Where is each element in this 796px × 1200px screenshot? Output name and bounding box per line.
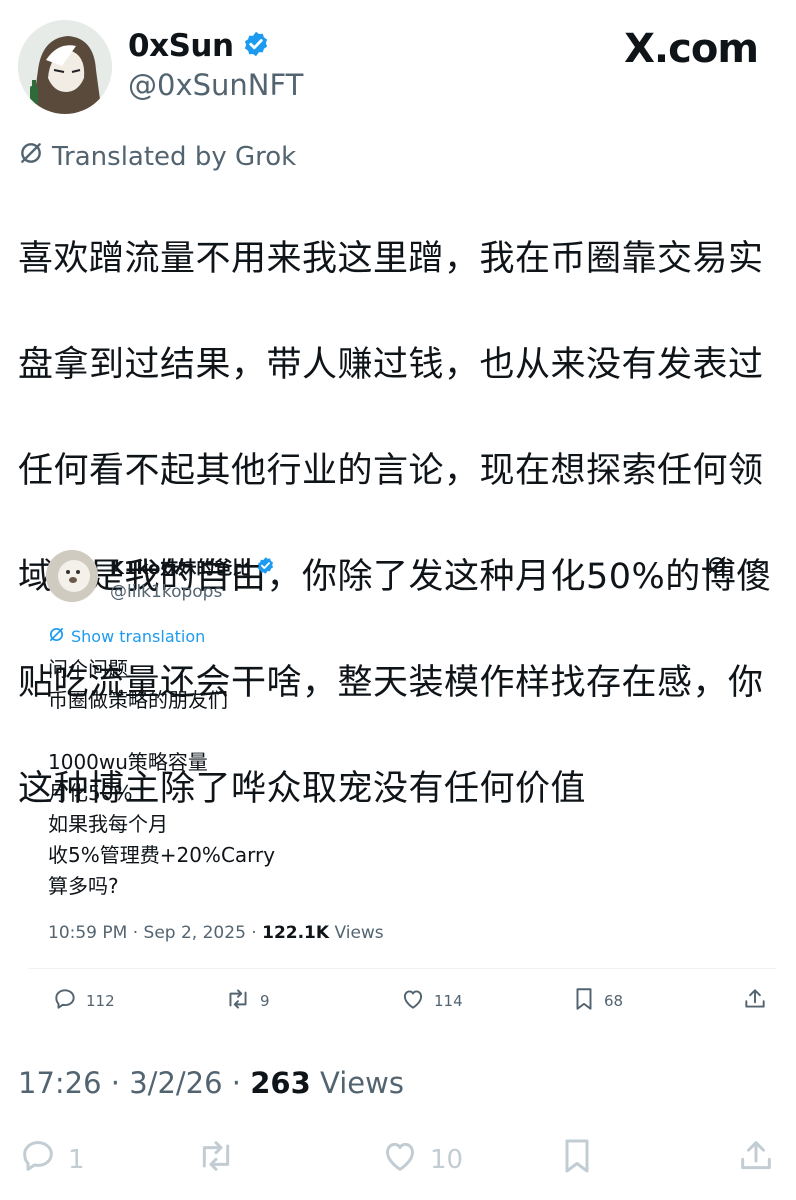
quoted-bookmark-button[interactable]: 68 [572, 986, 623, 1016]
meta-separator: · [132, 923, 144, 943]
quoted-repost-count: 9 [260, 992, 270, 1010]
post-timestamp-row: 17:26 · 3/2/26 · 263 Views [18, 1066, 404, 1100]
quoted-views-label: Views [334, 923, 384, 943]
author-name-row: 0xSun [128, 28, 270, 64]
repost-icon [224, 986, 252, 1016]
quoted-line [48, 716, 275, 747]
quoted-date[interactable]: Sep 2, 2025 [144, 923, 246, 943]
quoted-divider [28, 968, 776, 969]
heart-icon [400, 986, 426, 1016]
quoted-line: 收5%管理费+20%Carry [48, 843, 276, 867]
quoted-tweet-text: 问个问题 币圈做策略的朋友们 1000wu策略容量 月化50% 如果我每个月 收… [48, 654, 275, 902]
quoted-bookmark-count: 68 [604, 992, 624, 1010]
post-time[interactable]: 17:26 [18, 1066, 102, 1100]
more-options-icon[interactable]: ··· [744, 552, 768, 577]
verified-badge-icon [242, 30, 270, 62]
tweet-line: 喜欢蹭流量不用来我这里蹭，我在币圈靠交易实 [18, 239, 764, 279]
author-avatar[interactable] [18, 20, 112, 114]
like-count: 10 [430, 1144, 464, 1175]
quoted-line: 算多吗? [48, 874, 119, 898]
show-translation-text: Show translation [71, 627, 206, 646]
quoted-time[interactable]: 10:59 PM [48, 923, 127, 943]
like-button[interactable]: 10 [380, 1136, 463, 1183]
translated-by-label[interactable]: Translated by Grok [18, 140, 296, 173]
translated-by-text: Translated by Grok [52, 141, 297, 172]
quoted-timestamp-row: 10:59 PM · Sep 2, 2025 · 122.1K Views [48, 923, 384, 943]
post-action-bar: 1 10 [18, 1136, 778, 1180]
quoted-tweet[interactable]: K1ko妹妹的爸比 @lilk1kopops ··· Show translat… [28, 520, 776, 1020]
translate-icon [48, 626, 65, 647]
show-translation-link[interactable]: Show translation [48, 626, 205, 647]
quoted-views-count: 122.1K [262, 923, 330, 943]
repost-button[interactable] [194, 1136, 248, 1183]
quoted-name-row: K1ko妹妹的爸比 [110, 554, 275, 580]
bookmark-icon [572, 986, 596, 1016]
site-brand: X.com [624, 26, 759, 72]
quoted-action-bar: 112 9 114 68 [52, 986, 772, 1016]
quoted-reply-button[interactable]: 112 [52, 986, 115, 1016]
quoted-like-button[interactable]: 114 [400, 986, 463, 1016]
post-date[interactable]: 3/2/26 [129, 1066, 222, 1100]
post-views-label: Views [320, 1066, 404, 1100]
quoted-share-button[interactable] [742, 986, 768, 1016]
heart-icon [380, 1136, 420, 1183]
quoted-author-avatar[interactable] [46, 550, 98, 602]
reply-icon [18, 1136, 58, 1183]
grok-icon[interactable] [706, 554, 728, 580]
quoted-line: 币圈做策略的朋友们 [48, 688, 228, 712]
share-icon [736, 1136, 776, 1183]
quoted-like-count: 114 [434, 992, 463, 1010]
reply-count: 1 [68, 1144, 85, 1175]
share-button[interactable] [736, 1136, 776, 1183]
translate-icon [18, 140, 44, 173]
quoted-avatar-illustration [46, 550, 98, 602]
quoted-line: 问个问题 [48, 657, 128, 681]
post-views-count: 263 [250, 1066, 311, 1100]
quoted-verified-badge-icon [256, 556, 275, 579]
author-display-name[interactable]: 0xSun [128, 28, 234, 64]
quoted-reply-count: 112 [86, 992, 115, 1010]
quoted-line: 1000wu策略容量 [48, 750, 208, 774]
quoted-line: 如果我每个月 [48, 812, 168, 836]
quoted-repost-button[interactable]: 9 [224, 986, 270, 1016]
meta-separator: · [231, 1066, 251, 1100]
share-icon [742, 986, 768, 1016]
tweet-line: 任何看不起其他行业的言论，现在想探索任何领 [18, 451, 764, 491]
quoted-line: 月化50% [48, 781, 133, 805]
bookmark-button[interactable] [558, 1136, 606, 1183]
bookmark-icon [558, 1136, 596, 1183]
repost-icon [194, 1136, 238, 1183]
meta-separator: · [110, 1066, 130, 1100]
quoted-handle[interactable]: @lilk1kopops [110, 582, 222, 602]
author-handle[interactable]: @0xSunNFT [128, 68, 303, 102]
meta-separator: · [251, 923, 263, 943]
avatar-illustration [18, 20, 112, 114]
quoted-display-name[interactable]: K1ko妹妹的爸比 [110, 554, 250, 580]
reply-icon [52, 986, 78, 1016]
reply-button[interactable]: 1 [18, 1136, 85, 1183]
tweet-line: 盘拿到过结果，带人赚过钱，也从来没有发表过 [18, 345, 764, 385]
